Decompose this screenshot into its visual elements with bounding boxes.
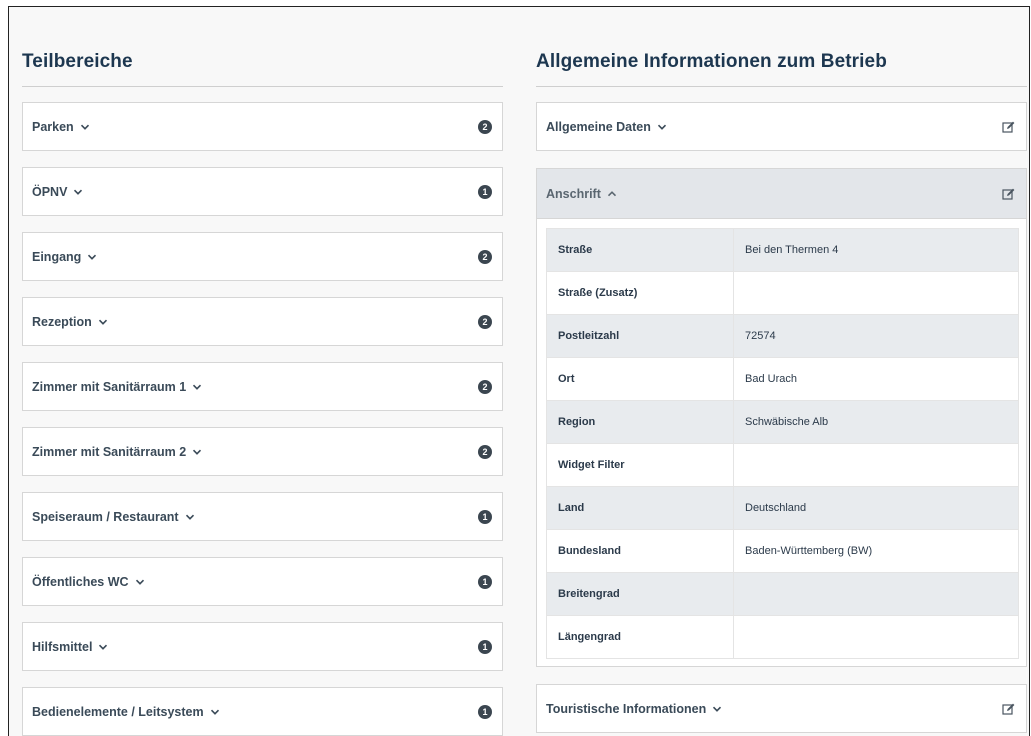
accordion-anschrift: Anschrift Straße Bei den Thermen 4 Straße…: [536, 168, 1027, 667]
count-badge: 2: [478, 249, 492, 264]
accordion-zimmer-1[interactable]: Zimmer mit Sanitärraum 1 2: [22, 362, 503, 411]
accordion-oepnv[interactable]: ÖPNV 1: [22, 167, 503, 216]
address-table: Straße Bei den Thermen 4 Straße (Zusatz) …: [546, 228, 1019, 659]
field-label: Breitengrad: [546, 572, 734, 616]
chevron-down-icon: [98, 642, 108, 652]
field-label: Bundesland: [546, 529, 734, 573]
field-label: Widget Filter: [546, 443, 734, 487]
accordion-hilfsmittel[interactable]: Hilfsmittel 1: [22, 622, 503, 671]
field-value: Bei den Thermen 4: [733, 228, 1019, 272]
accordion-parken[interactable]: Parken 2: [22, 102, 503, 151]
accordion-label: Rezeption: [32, 314, 92, 329]
count-badge: 2: [478, 119, 492, 134]
accordion-label: Öffentliches WC: [32, 574, 129, 589]
chevron-up-icon: [607, 189, 617, 199]
edit-icon[interactable]: [1002, 120, 1016, 134]
count-badge: 1: [478, 574, 492, 589]
count-badge: 2: [478, 444, 492, 459]
accordion-rezeption[interactable]: Rezeption 2: [22, 297, 503, 346]
field-value: Baden-Württemberg (BW): [733, 529, 1019, 573]
accordion-label: Bedienelemente / Leitsystem: [32, 704, 204, 719]
table-row: Längengrad: [546, 615, 1019, 659]
field-value: [733, 271, 1019, 315]
count-badge: 1: [478, 704, 492, 719]
field-label: Region: [546, 400, 734, 444]
table-row: Region Schwäbische Alb: [546, 400, 1019, 444]
field-value: [733, 615, 1019, 659]
field-label: Straße (Zusatz): [546, 271, 734, 315]
field-label: Straße: [546, 228, 734, 272]
accordion-label: Eingang: [32, 249, 82, 264]
chevron-down-icon: [712, 704, 722, 714]
field-label: Längengrad: [546, 615, 734, 659]
accordion-label: Parken: [32, 119, 74, 134]
table-row: Bundesland Baden-Württemberg (BW): [546, 529, 1019, 573]
table-row: Straße (Zusatz): [546, 271, 1019, 315]
field-label: Land: [546, 486, 734, 530]
accordion-touristische-informationen[interactable]: Touristische Informationen: [536, 684, 1027, 733]
edit-icon[interactable]: [1002, 702, 1016, 716]
count-badge: 2: [478, 379, 492, 394]
table-row: Land Deutschland: [546, 486, 1019, 530]
count-badge: 1: [478, 184, 492, 199]
anschrift-header[interactable]: Anschrift: [537, 169, 1026, 219]
field-label: Postleitzahl: [546, 314, 734, 358]
chevron-down-icon: [135, 577, 145, 587]
field-value: 72574: [733, 314, 1019, 358]
accordion-label: Touristische Informationen: [546, 701, 707, 716]
field-label: Ort: [546, 357, 734, 401]
field-value: Deutschland: [733, 486, 1019, 530]
accordion-label: Hilfsmittel: [32, 639, 93, 654]
accordion-label: Anschrift: [546, 186, 601, 201]
count-badge: 1: [478, 509, 492, 524]
heading-divider: [22, 86, 503, 87]
accordion-zimmer-2[interactable]: Zimmer mit Sanitärraum 2 2: [22, 427, 503, 476]
chevron-down-icon: [73, 187, 83, 197]
page-frame: Teilbereiche Parken 2 ÖPNV 1 Eingang 2 R…: [8, 6, 1030, 736]
chevron-down-icon: [98, 317, 108, 327]
field-value: [733, 443, 1019, 487]
accordion-wc[interactable]: Öffentliches WC 1: [22, 557, 503, 606]
accordion-eingang[interactable]: Eingang 2: [22, 232, 503, 281]
field-value: [733, 572, 1019, 616]
accordion-label: Zimmer mit Sanitärraum 2: [32, 444, 187, 459]
accordion-label: Zimmer mit Sanitärraum 1: [32, 379, 187, 394]
table-row: Widget Filter: [546, 443, 1019, 487]
teilbereiche-heading: Teilbereiche: [22, 51, 133, 72]
accordion-label: ÖPNV: [32, 184, 68, 199]
accordion-label: Allgemeine Daten: [546, 119, 651, 134]
count-badge: 2: [478, 314, 492, 329]
chevron-down-icon: [192, 447, 202, 457]
chevron-down-icon: [80, 122, 90, 132]
table-row: Postleitzahl 72574: [546, 314, 1019, 358]
chevron-down-icon: [185, 512, 195, 522]
table-row: Straße Bei den Thermen 4: [546, 228, 1019, 272]
accordion-allgemeine-daten[interactable]: Allgemeine Daten: [536, 102, 1027, 151]
accordion-bedienelemente[interactable]: Bedienelemente / Leitsystem 1: [22, 687, 503, 736]
table-row: Breitengrad: [546, 572, 1019, 616]
betrieb-info-heading: Allgemeine Informationen zum Betrieb: [536, 51, 887, 72]
chevron-down-icon: [87, 252, 97, 262]
chevron-down-icon: [192, 382, 202, 392]
field-value: Schwäbische Alb: [733, 400, 1019, 444]
heading-divider: [536, 86, 1027, 87]
accordion-speiseraum[interactable]: Speiseraum / Restaurant 1: [22, 492, 503, 541]
count-badge: 1: [478, 639, 492, 654]
table-row: Ort Bad Urach: [546, 357, 1019, 401]
edit-icon[interactable]: [1002, 187, 1016, 201]
chevron-down-icon: [210, 707, 220, 717]
chevron-down-icon: [657, 122, 667, 132]
accordion-label: Speiseraum / Restaurant: [32, 509, 179, 524]
field-value: Bad Urach: [733, 357, 1019, 401]
